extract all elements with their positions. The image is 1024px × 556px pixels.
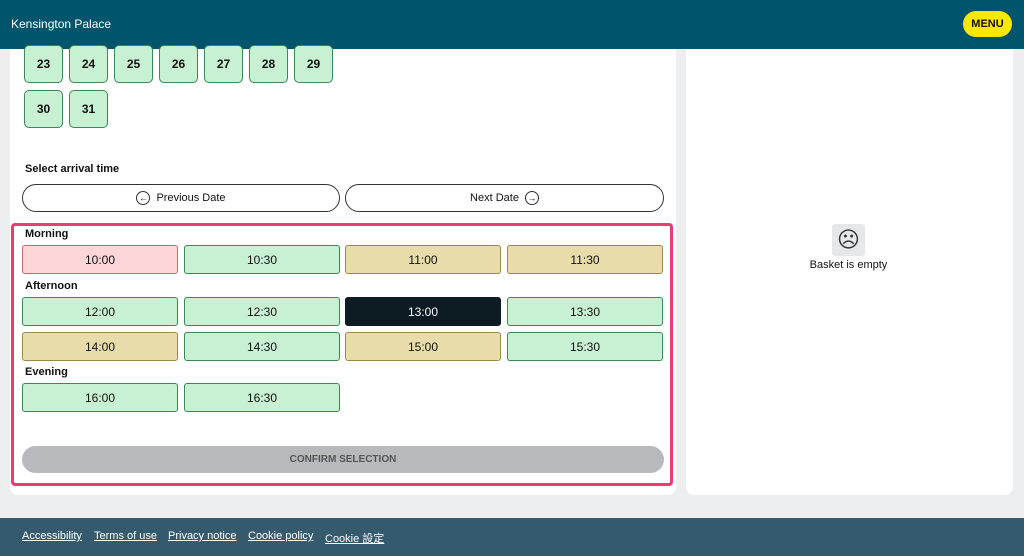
footer: Accessibility Terms of use Privacy notic… xyxy=(0,518,1024,556)
arrow-right-icon: → xyxy=(524,191,539,205)
footer-link-cookie-settings[interactable]: Cookie 設定 xyxy=(325,530,384,546)
time-slot[interactable]: 10:30 xyxy=(184,245,340,274)
calendar-day[interactable]: 25 xyxy=(114,45,153,83)
calendar-day[interactable]: 26 xyxy=(159,45,198,83)
site-title[interactable]: Kensington Palace xyxy=(11,17,111,31)
next-date-label: Next Date xyxy=(470,192,519,204)
calendar-day[interactable]: 31 xyxy=(69,90,108,128)
top-bar: Kensington Palace MENU xyxy=(0,0,1024,49)
calendar-day[interactable]: 28 xyxy=(249,45,288,83)
menu-button[interactable]: MENU xyxy=(963,11,1012,37)
calendar-day[interactable]: 23 xyxy=(24,45,63,83)
arrival-time-heading: Select arrival time xyxy=(25,163,120,175)
calendar-day[interactable]: 29 xyxy=(294,45,333,83)
time-slot[interactable]: 10:00 xyxy=(22,245,178,274)
basket-empty-text: Basket is empty xyxy=(809,259,888,271)
evening-label: Evening xyxy=(25,366,68,378)
confirm-selection-button[interactable]: CONFIRM SELECTION xyxy=(22,446,664,473)
footer-link-cookie-policy[interactable]: Cookie policy xyxy=(248,530,313,542)
time-slot[interactable]: 15:30 xyxy=(507,332,663,361)
footer-link-privacy[interactable]: Privacy notice xyxy=(168,530,236,542)
morning-label: Morning xyxy=(25,228,69,240)
previous-date-label: Previous Date xyxy=(156,192,226,204)
time-slot[interactable]: 11:00 xyxy=(345,245,501,274)
calendar-day[interactable]: 24 xyxy=(69,45,108,83)
afternoon-label: Afternoon xyxy=(25,280,78,292)
footer-link-terms[interactable]: Terms of use xyxy=(94,530,157,542)
arrow-left-icon: ← xyxy=(136,191,151,205)
time-slot[interactable]: 11:30 xyxy=(507,245,663,274)
calendar-day[interactable]: 30 xyxy=(24,90,63,128)
previous-date-button[interactable]: ← Previous Date xyxy=(22,184,340,212)
time-slot-selected[interactable]: 13:00 xyxy=(345,297,501,326)
time-slot[interactable]: 12:00 xyxy=(22,297,178,326)
basket-panel xyxy=(686,49,1013,495)
next-date-button[interactable]: Next Date → xyxy=(345,184,664,212)
time-slot[interactable]: 14:30 xyxy=(184,332,340,361)
time-slot[interactable]: 15:00 xyxy=(345,332,501,361)
sad-face-icon: ☹ xyxy=(832,224,865,256)
footer-link-accessibility[interactable]: Accessibility xyxy=(22,530,82,542)
time-slot[interactable]: 16:30 xyxy=(184,383,340,412)
calendar-day[interactable]: 27 xyxy=(204,45,243,83)
time-slot[interactable]: 14:00 xyxy=(22,332,178,361)
time-slot[interactable]: 13:30 xyxy=(507,297,663,326)
time-slot[interactable]: 16:00 xyxy=(22,383,178,412)
time-slot[interactable]: 12:30 xyxy=(184,297,340,326)
